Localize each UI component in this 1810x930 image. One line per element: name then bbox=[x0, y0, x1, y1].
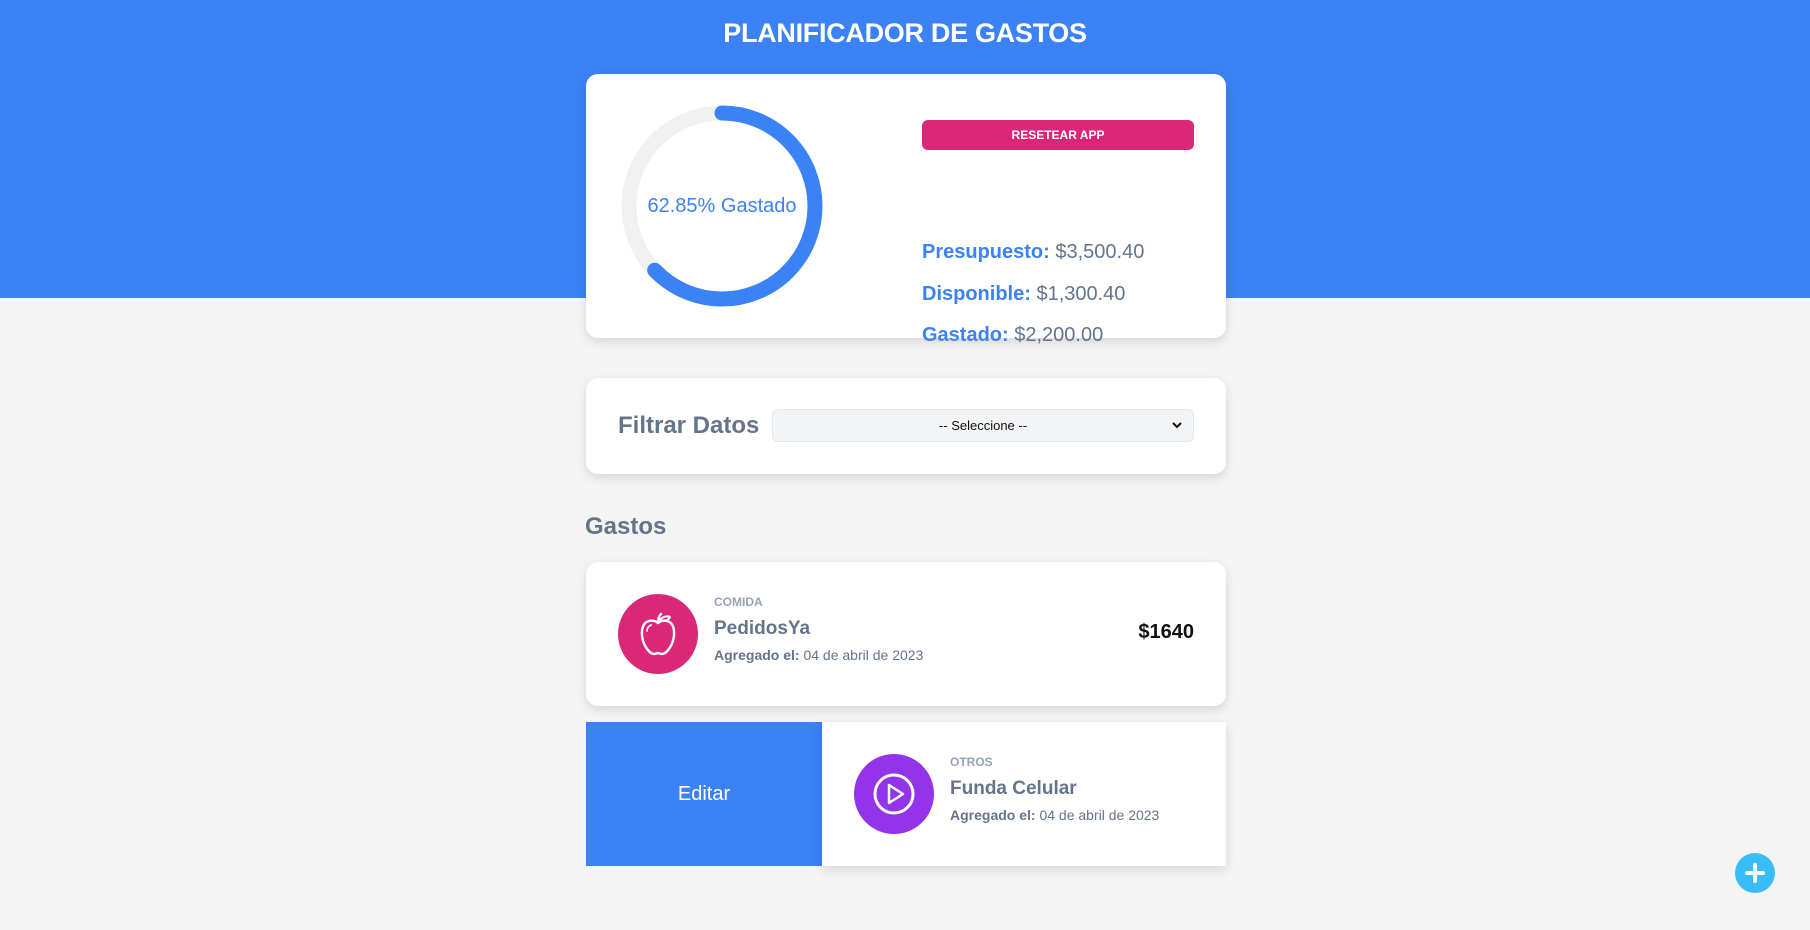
available-value: $1,300.40 bbox=[1036, 283, 1126, 305]
swipeable-expense-row[interactable]: Editar OTROS Funda Celular Agregado el: … bbox=[586, 722, 1226, 866]
plus-icon bbox=[1745, 863, 1765, 883]
edit-action-button[interactable]: Editar bbox=[586, 722, 822, 866]
expense-name: Funda Celular bbox=[950, 778, 1077, 799]
play-icon bbox=[854, 754, 934, 834]
spent-label: Gastado: bbox=[922, 324, 1009, 346]
expense-item[interactable]: COMIDA PedidosYa Agregado el: 04 de abri… bbox=[586, 562, 1226, 706]
spent-value: $2,200.00 bbox=[1014, 324, 1104, 346]
reset-app-button[interactable]: RESETEAR APP bbox=[922, 120, 1194, 150]
expense-date-label: Agregado el: bbox=[950, 807, 1036, 823]
expense-date-label: Agregado el: bbox=[714, 647, 800, 663]
expense-date-value: 04 de abril de 2023 bbox=[803, 647, 924, 663]
expense-category: COMIDA bbox=[714, 595, 763, 609]
available-stat: Disponible: $1,300.40 bbox=[922, 283, 1125, 306]
chevron-down-icon bbox=[1171, 419, 1183, 434]
filter-card: Filtrar Datos -- Seleccione -- bbox=[586, 378, 1226, 474]
progress-label: 62.85% Gastado bbox=[647, 194, 797, 217]
expense-amount: $1640 bbox=[1138, 621, 1194, 643]
app-title: PLANIFICADOR DE GASTOS bbox=[723, 18, 1087, 48]
circular-progress: 62.85% Gastado bbox=[616, 100, 828, 312]
filter-selected-value: -- Seleccione -- bbox=[938, 418, 1028, 433]
budget-value: $3,500.40 bbox=[1055, 241, 1145, 263]
expense-category: OTROS bbox=[950, 755, 993, 769]
expense-date: Agregado el: 04 de abril de 2023 bbox=[714, 647, 923, 663]
expense-date-value: 04 de abril de 2023 bbox=[1039, 807, 1160, 823]
filter-label: Filtrar Datos bbox=[618, 412, 760, 439]
expense-item[interactable]: OTROS Funda Celular Agregado el: 04 de a… bbox=[822, 722, 1226, 866]
available-label: Disponible: bbox=[922, 283, 1031, 305]
budget-label: Presupuesto: bbox=[922, 241, 1050, 263]
expenses-heading: Gastos bbox=[585, 513, 667, 540]
expense-date: Agregado el: 04 de abril de 2023 bbox=[950, 807, 1159, 823]
expense-name: PedidosYa bbox=[714, 618, 811, 639]
budget-stat: Presupuesto: $3,500.40 bbox=[922, 241, 1144, 264]
add-expense-button[interactable] bbox=[1735, 853, 1775, 893]
category-filter-select[interactable]: -- Seleccione -- bbox=[772, 409, 1194, 442]
budget-card: 62.85% Gastado RESETEAR APP Presupuesto:… bbox=[586, 74, 1226, 346]
spent-stat: Gastado: $2,200.00 bbox=[922, 324, 1103, 347]
apple-icon bbox=[618, 594, 698, 674]
